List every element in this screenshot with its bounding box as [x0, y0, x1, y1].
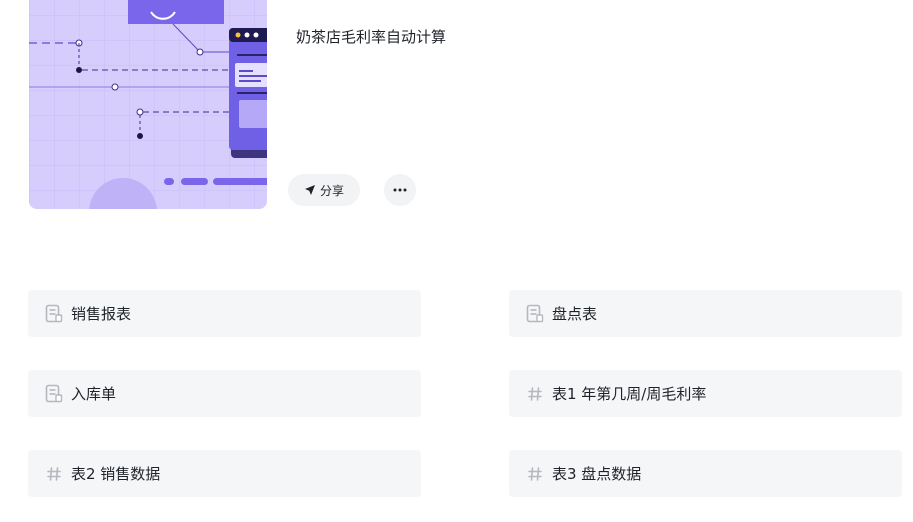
document-icon [44, 384, 64, 404]
page-title: 奶茶店毛利率自动计算 [296, 28, 447, 46]
share-button[interactable]: 分享 [288, 174, 360, 206]
list-item-label: 表1 年第几周/周毛利率 [552, 385, 707, 403]
list-item-table1[interactable]: 表1 年第几周/周毛利率 [509, 370, 902, 417]
cover-artwork [29, 0, 267, 209]
list-item-table3[interactable]: 表3 盘点数据 [509, 450, 902, 497]
hash-icon [44, 464, 64, 484]
list-item-stock-in[interactable]: 入库单 [28, 370, 421, 417]
cover-illustration [29, 0, 267, 209]
share-button-label: 分享 [319, 183, 344, 198]
list-item-label: 表2 销售数据 [71, 465, 161, 483]
more-options-button[interactable] [384, 174, 416, 206]
more-horizontal-icon [393, 188, 407, 192]
list-item-table2[interactable]: 表2 销售数据 [28, 450, 421, 497]
hash-icon [525, 464, 545, 484]
list-item-sales-report[interactable]: 销售报表 [28, 290, 421, 337]
list-item-label: 销售报表 [71, 305, 132, 323]
send-arrow-icon [304, 184, 316, 196]
document-icon [525, 304, 545, 324]
list-item-inventory-sheet[interactable]: 盘点表 [509, 290, 902, 337]
document-icon [44, 304, 64, 324]
hash-icon [525, 384, 545, 404]
list-item-label: 入库单 [71, 385, 117, 403]
list-item-label: 表3 盘点数据 [552, 465, 642, 483]
list-item-label: 盘点表 [552, 305, 598, 323]
